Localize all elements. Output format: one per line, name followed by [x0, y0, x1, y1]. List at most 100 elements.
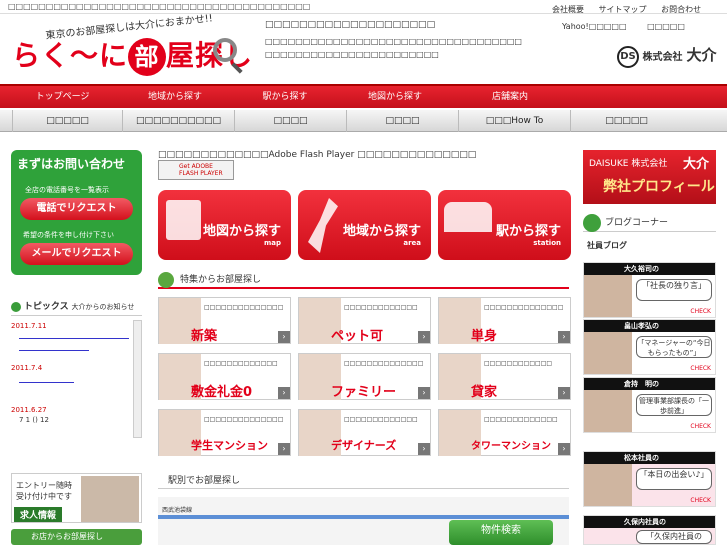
- property-search-button[interactable]: 物件検索: [449, 520, 553, 545]
- japan-map-icon: [308, 198, 338, 253]
- primary-nav: トップページ 地域から探す 駅から探す 地図から探す 店舗案内: [0, 84, 727, 108]
- blog-badge-icon: [583, 214, 601, 232]
- blog-author: 畠山孝弘の: [584, 320, 715, 332]
- topics-header: トピックス 大介からのお知らせ: [11, 298, 142, 316]
- recruit-label: 求人情報: [14, 507, 63, 522]
- map-search-button[interactable]: 地図から探す map: [158, 190, 291, 260]
- feature-student[interactable]: □□□□□□□□□□□□□□ 学生マンション ›: [158, 409, 291, 456]
- topic-link-1b[interactable]: [19, 350, 89, 351]
- check-label: CHECK: [690, 497, 711, 504]
- nav2-item-4[interactable]: □□□□: [346, 110, 458, 132]
- search-link[interactable]: □□□□□: [647, 22, 685, 31]
- yahoo-link[interactable]: Yahoo!□□□□□: [562, 22, 627, 31]
- flash-message: □□□□□□□□□□□□□Adobe Flash Player □□□□□□□□…: [158, 150, 477, 160]
- new-badge-icon: [11, 301, 21, 312]
- topics-scrollbar[interactable]: [133, 320, 142, 438]
- feature-key: 学生マンション: [191, 439, 268, 452]
- arrow-icon: ›: [278, 387, 290, 399]
- topic-text-3[interactable]: 7 1 () 12: [19, 416, 49, 424]
- feature-key: 貸家: [471, 385, 498, 400]
- feature-family[interactable]: □□□□□□□□□□□□□□ ファミリー ›: [298, 353, 431, 400]
- feature-no-deposit[interactable]: □□□□□□□□□□□□□ 敷金礼金0 ›: [158, 353, 291, 400]
- shop-search-bar[interactable]: お店からお部屋探し: [11, 529, 142, 545]
- secondary-nav: □□□□□ □□□□□□□□□□ □□□□ □□□□ □□□How To □□□…: [0, 110, 727, 132]
- feature-desc: □□□□□□□□□□□□□: [484, 416, 558, 423]
- corp-name-big: 大介: [686, 46, 717, 64]
- feature-desc: □□□□□□□□□□□□□□: [484, 304, 564, 311]
- nav2-item-6[interactable]: □□□□□: [570, 110, 682, 132]
- nav-station[interactable]: 駅から探す: [235, 86, 335, 108]
- nav-shops[interactable]: 店舗案内: [460, 86, 560, 108]
- nav-top[interactable]: トップページ: [0, 86, 125, 108]
- nav-map[interactable]: 地図から探す: [345, 86, 445, 108]
- author-photo: [584, 390, 632, 432]
- rail-line-label: 西武池袋線: [162, 507, 193, 514]
- sitemap-link[interactable]: サイトマップ: [599, 5, 647, 14]
- author-photo: [584, 332, 632, 374]
- recruit-banner[interactable]: エントリー随時 受け付け中です 求人情報: [11, 473, 142, 523]
- blog-post-5[interactable]: 久保内社員の 「久保内社員の: [583, 515, 716, 545]
- contact-link[interactable]: お問合わせ: [661, 5, 701, 14]
- station-search-button[interactable]: 駅から探す station: [438, 190, 571, 260]
- get-flash-button[interactable]: Get ADOBE FLASH PLAYER: [158, 160, 234, 180]
- area-search-sub: area: [403, 239, 421, 247]
- rail-line: [158, 515, 569, 519]
- station-header: 駅別でお部屋探し: [158, 473, 569, 489]
- phone-request-button[interactable]: 電話でリクエスト: [20, 198, 133, 220]
- area-search-button[interactable]: 地域から探す area: [298, 190, 431, 260]
- arrow-icon: ›: [558, 331, 570, 343]
- mail-request-button[interactable]: メールでリクエスト: [20, 243, 133, 265]
- corp-name: 株式会社: [642, 52, 683, 63]
- topic-link-2[interactable]: [19, 382, 74, 383]
- company-link[interactable]: 会社概要: [552, 5, 584, 14]
- nav2-item-3[interactable]: □□□□: [234, 110, 346, 132]
- feature-desc: □□□□□□□□□□□□□□: [204, 304, 284, 311]
- company-profile-banner[interactable]: DAISUKE 株式会社 大介 弊社プロフィール: [583, 150, 716, 204]
- feature-desc: □□□□□□□□□□□□□: [204, 360, 278, 367]
- blog-quote: 「本日の出会い♪」: [636, 468, 712, 490]
- feature-key: ファミリー: [331, 385, 397, 400]
- profile-name: 大介: [683, 157, 710, 172]
- topic-link-1[interactable]: [19, 338, 129, 339]
- blog-quote: 「社長の独り言」: [636, 279, 712, 301]
- profile-brand: DAISUKE 株式会社: [589, 159, 668, 169]
- header-line-2: □□□□□□□□□□□□□□□□□□□□□□□□□□□□□□□□□□: [265, 37, 522, 46]
- feature-tower[interactable]: □□□□□□□□□□□□□ タワーマンション ›: [438, 409, 571, 456]
- blog-post-1[interactable]: 大久裕司の 「社長の独り言」 CHECK: [583, 262, 716, 318]
- feature-key: 新築: [191, 329, 218, 344]
- nav2-item-1[interactable]: □□□□□: [12, 110, 122, 132]
- arrow-icon: ›: [278, 331, 290, 343]
- corp-logo[interactable]: DS 株式会社 大介: [617, 44, 717, 68]
- feature-pets[interactable]: □□□□□□□□□□□□□ ペット可 ›: [298, 297, 431, 344]
- logo-tail: 屋探し: [166, 39, 254, 72]
- blog-author: 大久裕司の: [584, 263, 715, 275]
- feature-key: 単身: [471, 329, 498, 344]
- recruit-line-2: 受け付け中です: [16, 492, 72, 501]
- contact-title: まずはお問い合わせ: [17, 157, 126, 171]
- arrow-icon: ›: [558, 387, 570, 399]
- blog-post-2[interactable]: 畠山孝弘の 「マネージャーの“今日もらったもの”」 CHECK: [583, 319, 716, 375]
- feature-desc: □□□□□□□□□□□□□: [344, 304, 418, 311]
- nav-area[interactable]: 地域から探す: [125, 86, 225, 108]
- nav2-item-5[interactable]: □□□How To: [458, 110, 570, 132]
- feature-designers[interactable]: □□□□□□□□□□□□□ デザイナーズ ›: [298, 409, 431, 456]
- feature-key: タワーマンション: [471, 441, 551, 452]
- recruit-line-1: エントリー随時: [16, 481, 72, 490]
- blog-header: ブログコーナー: [583, 214, 716, 232]
- feature-house[interactable]: □□□□□□□□□□□□ 貸家 ›: [438, 353, 571, 400]
- blog-post-3[interactable]: 倉持 明の 管理事業部課長の「一歩前進」 CHECK: [583, 377, 716, 433]
- map-search-title: 地図から探す: [202, 224, 281, 239]
- map-search-sub: map: [263, 239, 281, 247]
- nav2-item-2[interactable]: □□□□□□□□□□: [122, 110, 234, 132]
- feature-single[interactable]: □□□□□□□□□□□□□□ 単身 ›: [438, 297, 571, 344]
- feature-key: ペット可: [331, 329, 384, 344]
- author-photo: [584, 275, 632, 317]
- feature-new-build[interactable]: □□□□□□□□□□□□□□ 新築 ›: [158, 297, 291, 344]
- blog-post-4[interactable]: 松本社員の 「本日の出会い♪」 CHECK: [583, 451, 716, 507]
- blog-author: 久保内社員の: [584, 516, 715, 528]
- contact-line-1: 全店の電話番号を一覧表示: [25, 186, 109, 194]
- arrow-icon: ›: [278, 443, 290, 455]
- area-search-title: 地域から探す: [342, 224, 421, 239]
- blog-sub: 社員ブログ: [587, 241, 627, 250]
- header-line-1: □□□□□□□□□□□□□□□□□□□□: [265, 20, 436, 30]
